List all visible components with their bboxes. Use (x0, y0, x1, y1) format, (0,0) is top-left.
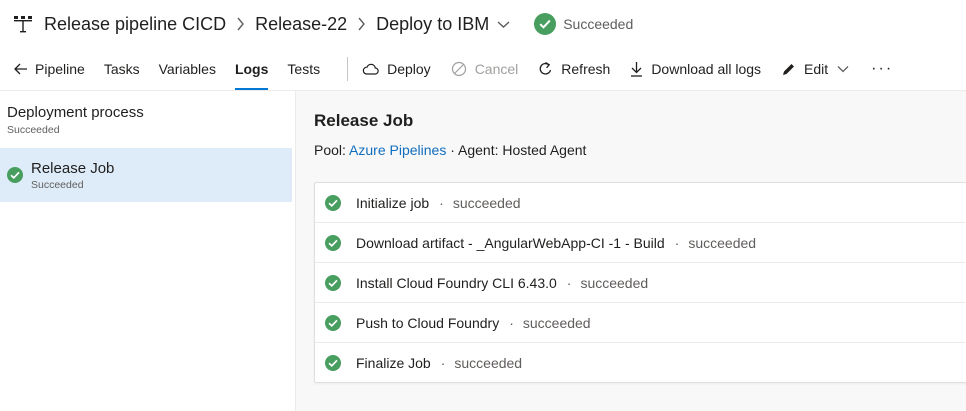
check-circle-icon (325, 274, 341, 291)
arrow-left-icon (14, 63, 27, 75)
job-steps-list: Initialize job · succeeded Download arti… (314, 182, 966, 383)
breadcrumb-stage[interactable]: Deploy to IBM (376, 14, 489, 35)
list-item[interactable]: Install Cloud Foundry CLI 6.43.0 · succe… (315, 263, 966, 303)
step-separator: · (674, 234, 680, 251)
deploy-label: Deploy (387, 61, 431, 77)
list-item[interactable]: Download artifact - _AngularWebApp-CI -1… (315, 223, 966, 263)
more-actions-button[interactable]: ··· (871, 60, 893, 78)
back-label: Pipeline (35, 61, 85, 77)
check-circle-icon (325, 314, 341, 331)
sidebar-item-status: Succeeded (31, 178, 84, 191)
agent-info: · Agent: Hosted Agent (450, 142, 587, 158)
tab-tests[interactable]: Tests (287, 48, 320, 90)
pool-link[interactable]: Azure Pipelines (349, 142, 446, 158)
release-pipeline-icon (12, 13, 34, 35)
list-item[interactable]: Finalize Job · succeeded (315, 343, 966, 382)
step-state: succeeded (452, 194, 521, 211)
step-name: Push to Cloud Foundry (356, 314, 500, 331)
refresh-label: Refresh (561, 61, 611, 77)
chevron-right-icon (236, 17, 245, 31)
deployment-process-status: Succeeded (7, 124, 60, 136)
deploy-button[interactable]: Deploy (362, 61, 431, 77)
breadcrumb-release[interactable]: Release-22 (255, 14, 347, 35)
deployment-sidebar: Deployment process Succeeded Release Job… (0, 91, 296, 411)
check-circle-icon (325, 194, 341, 211)
job-details-panel: Release Job Pool: Azure Pipelines · Agen… (296, 91, 966, 411)
step-separator: · (509, 314, 514, 331)
step-separator: · (566, 274, 572, 291)
chevron-right-icon (357, 17, 366, 31)
list-item[interactable]: Initialize job · succeeded (315, 183, 966, 223)
tab-variables[interactable]: Variables (159, 48, 216, 90)
check-circle-icon (7, 167, 23, 183)
step-state: succeeded (454, 354, 523, 371)
download-icon (631, 62, 643, 77)
download-all-logs-button[interactable]: Download all logs (630, 61, 761, 77)
header-bar: Release pipeline CICD Release-22 Deploy … (0, 0, 966, 48)
job-title: Release Job (314, 111, 414, 130)
step-state: succeeded (688, 234, 757, 251)
step-state: succeeded (580, 274, 649, 291)
chevron-down-icon[interactable] (497, 20, 510, 29)
chevron-down-icon (837, 66, 849, 73)
tab-logs[interactable]: Logs (234, 48, 269, 90)
breadcrumb-pipeline[interactable]: Release pipeline CICD (44, 14, 226, 35)
step-name: Download artifact - _AngularWebApp-CI -1… (356, 234, 665, 251)
pool-label: Pool: (314, 142, 346, 158)
list-item[interactable]: Push to Cloud Foundry · succeeded (315, 303, 966, 343)
check-circle-icon (325, 234, 341, 251)
check-circle-icon (534, 13, 557, 35)
cancel-label: Cancel (474, 61, 519, 77)
main-area: Deployment process Succeeded Release Job… (0, 91, 966, 411)
step-name: Finalize Job (356, 354, 431, 371)
tab-tasks[interactable]: Tasks (104, 48, 140, 90)
step-name: Install Cloud Foundry CLI 6.43.0 (356, 274, 557, 291)
sidebar-item-release-job[interactable]: Release Job Succeeded (0, 148, 292, 202)
pencil-icon (783, 63, 795, 75)
step-separator: · (439, 194, 444, 211)
check-circle-icon (325, 354, 341, 371)
sidebar-item-title: Release Job (31, 159, 115, 177)
deployment-process-title: Deployment process (7, 104, 144, 121)
toolbar: Pipeline Tasks Variables Logs Tests Depl… (0, 48, 966, 91)
step-name: Initialize job (356, 194, 430, 211)
back-to-pipeline-link[interactable]: Pipeline (14, 48, 85, 90)
edit-button[interactable]: Edit (781, 61, 849, 77)
download-label: Download all logs (651, 61, 762, 77)
refresh-icon (539, 61, 552, 75)
stage-status-text: Succeeded (563, 16, 634, 32)
cancel-button[interactable]: Cancel (451, 61, 519, 77)
cloud-icon (362, 63, 379, 75)
edit-label: Edit (804, 61, 829, 77)
deployment-process-section[interactable]: Deployment process Succeeded (0, 91, 295, 148)
step-separator: · (440, 354, 446, 371)
cancel-circle-icon (451, 61, 466, 77)
refresh-button[interactable]: Refresh (538, 61, 610, 77)
stage-status: Succeeded (534, 13, 633, 35)
job-pool-info: Pool: Azure Pipelines · Agent: Hosted Ag… (314, 142, 586, 158)
step-state: succeeded (522, 314, 591, 331)
toolbar-divider (347, 57, 349, 81)
